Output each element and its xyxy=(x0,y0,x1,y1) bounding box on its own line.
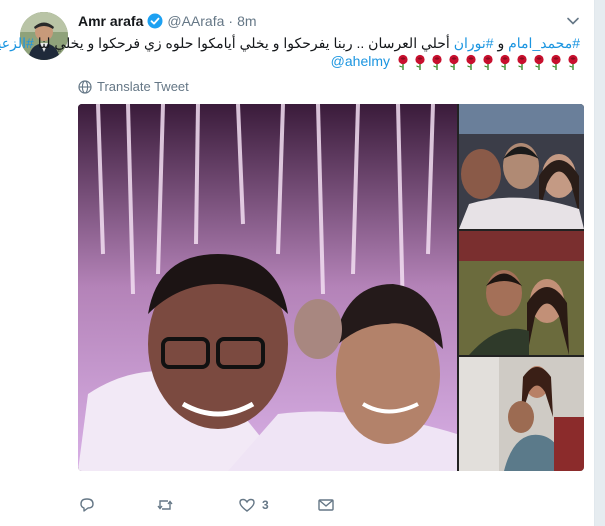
envelope-icon xyxy=(317,499,334,511)
photo-3[interactable] xyxy=(459,231,584,355)
tweet-header: Amr arafa @AArafa · 8m xyxy=(78,12,257,30)
chevron-down-icon[interactable] xyxy=(566,14,580,28)
author-handle[interactable]: @AArafa xyxy=(167,13,224,29)
hashtag-imam[interactable]: #محمد_امام xyxy=(508,35,580,51)
hashtag-nouran[interactable]: #نوران xyxy=(454,35,494,51)
like-count: 3 xyxy=(262,498,269,512)
rose-emoji-icon xyxy=(432,54,442,70)
rose-emoji-icon xyxy=(534,54,544,70)
like-button[interactable]: 3 xyxy=(238,496,269,514)
rose-emoji-icon xyxy=(551,54,561,70)
retweet-button[interactable] xyxy=(156,496,174,514)
rose-emoji-row xyxy=(396,54,580,70)
rose-emoji-icon xyxy=(517,54,527,70)
rose-emoji-icon xyxy=(449,54,459,70)
page-background-edge xyxy=(595,0,605,526)
photo-4-image xyxy=(459,357,584,471)
tweet-text-line2: @ahelmy xyxy=(331,52,580,71)
photo-main[interactable] xyxy=(78,104,457,471)
rose-emoji-icon xyxy=(568,54,578,70)
tweet-text-line1: #محمد_امام و #نوران أحلي العرسان .. ربنا… xyxy=(0,34,580,53)
separator-dot: · xyxy=(228,13,234,29)
rose-emoji-icon xyxy=(500,54,510,70)
heart-icon xyxy=(239,498,255,512)
globe-icon xyxy=(78,79,92,94)
direct-message-button[interactable] xyxy=(317,496,335,514)
photo-main-image xyxy=(78,104,457,471)
translate-tweet-link[interactable]: Translate Tweet xyxy=(78,79,189,94)
rose-emoji-icon xyxy=(398,54,408,70)
media-grid xyxy=(78,104,584,471)
tweet-timestamp[interactable]: 8m xyxy=(237,13,256,29)
text-and: و xyxy=(493,35,509,51)
photo-2[interactable] xyxy=(459,104,584,229)
reply-button[interactable] xyxy=(78,496,96,514)
photo-3-image xyxy=(459,231,584,355)
photo-4[interactable] xyxy=(459,357,584,471)
rose-emoji-icon xyxy=(415,54,425,70)
tweet-actions: 3 xyxy=(78,496,335,514)
verified-badge-icon xyxy=(147,13,163,29)
retweet-icon xyxy=(157,500,173,510)
photo-2-image xyxy=(459,104,584,229)
rose-emoji-icon xyxy=(466,54,476,70)
author-name[interactable]: Amr arafa xyxy=(78,13,143,29)
reply-icon xyxy=(80,498,94,512)
mention-link[interactable]: @ahelmy xyxy=(331,52,390,71)
tweet-text-middle: أحلي العرسان .. ربنا يفرحكوا و يخلي أيام… xyxy=(33,35,454,51)
rose-emoji-icon xyxy=(483,54,493,70)
tweet-card[interactable]: Amr arafa @AArafa · 8m #محمد_امام و #نور… xyxy=(0,0,595,526)
hashtag-zaeem[interactable]: #الزعيم xyxy=(0,35,34,51)
translate-label: Translate Tweet xyxy=(97,79,189,94)
